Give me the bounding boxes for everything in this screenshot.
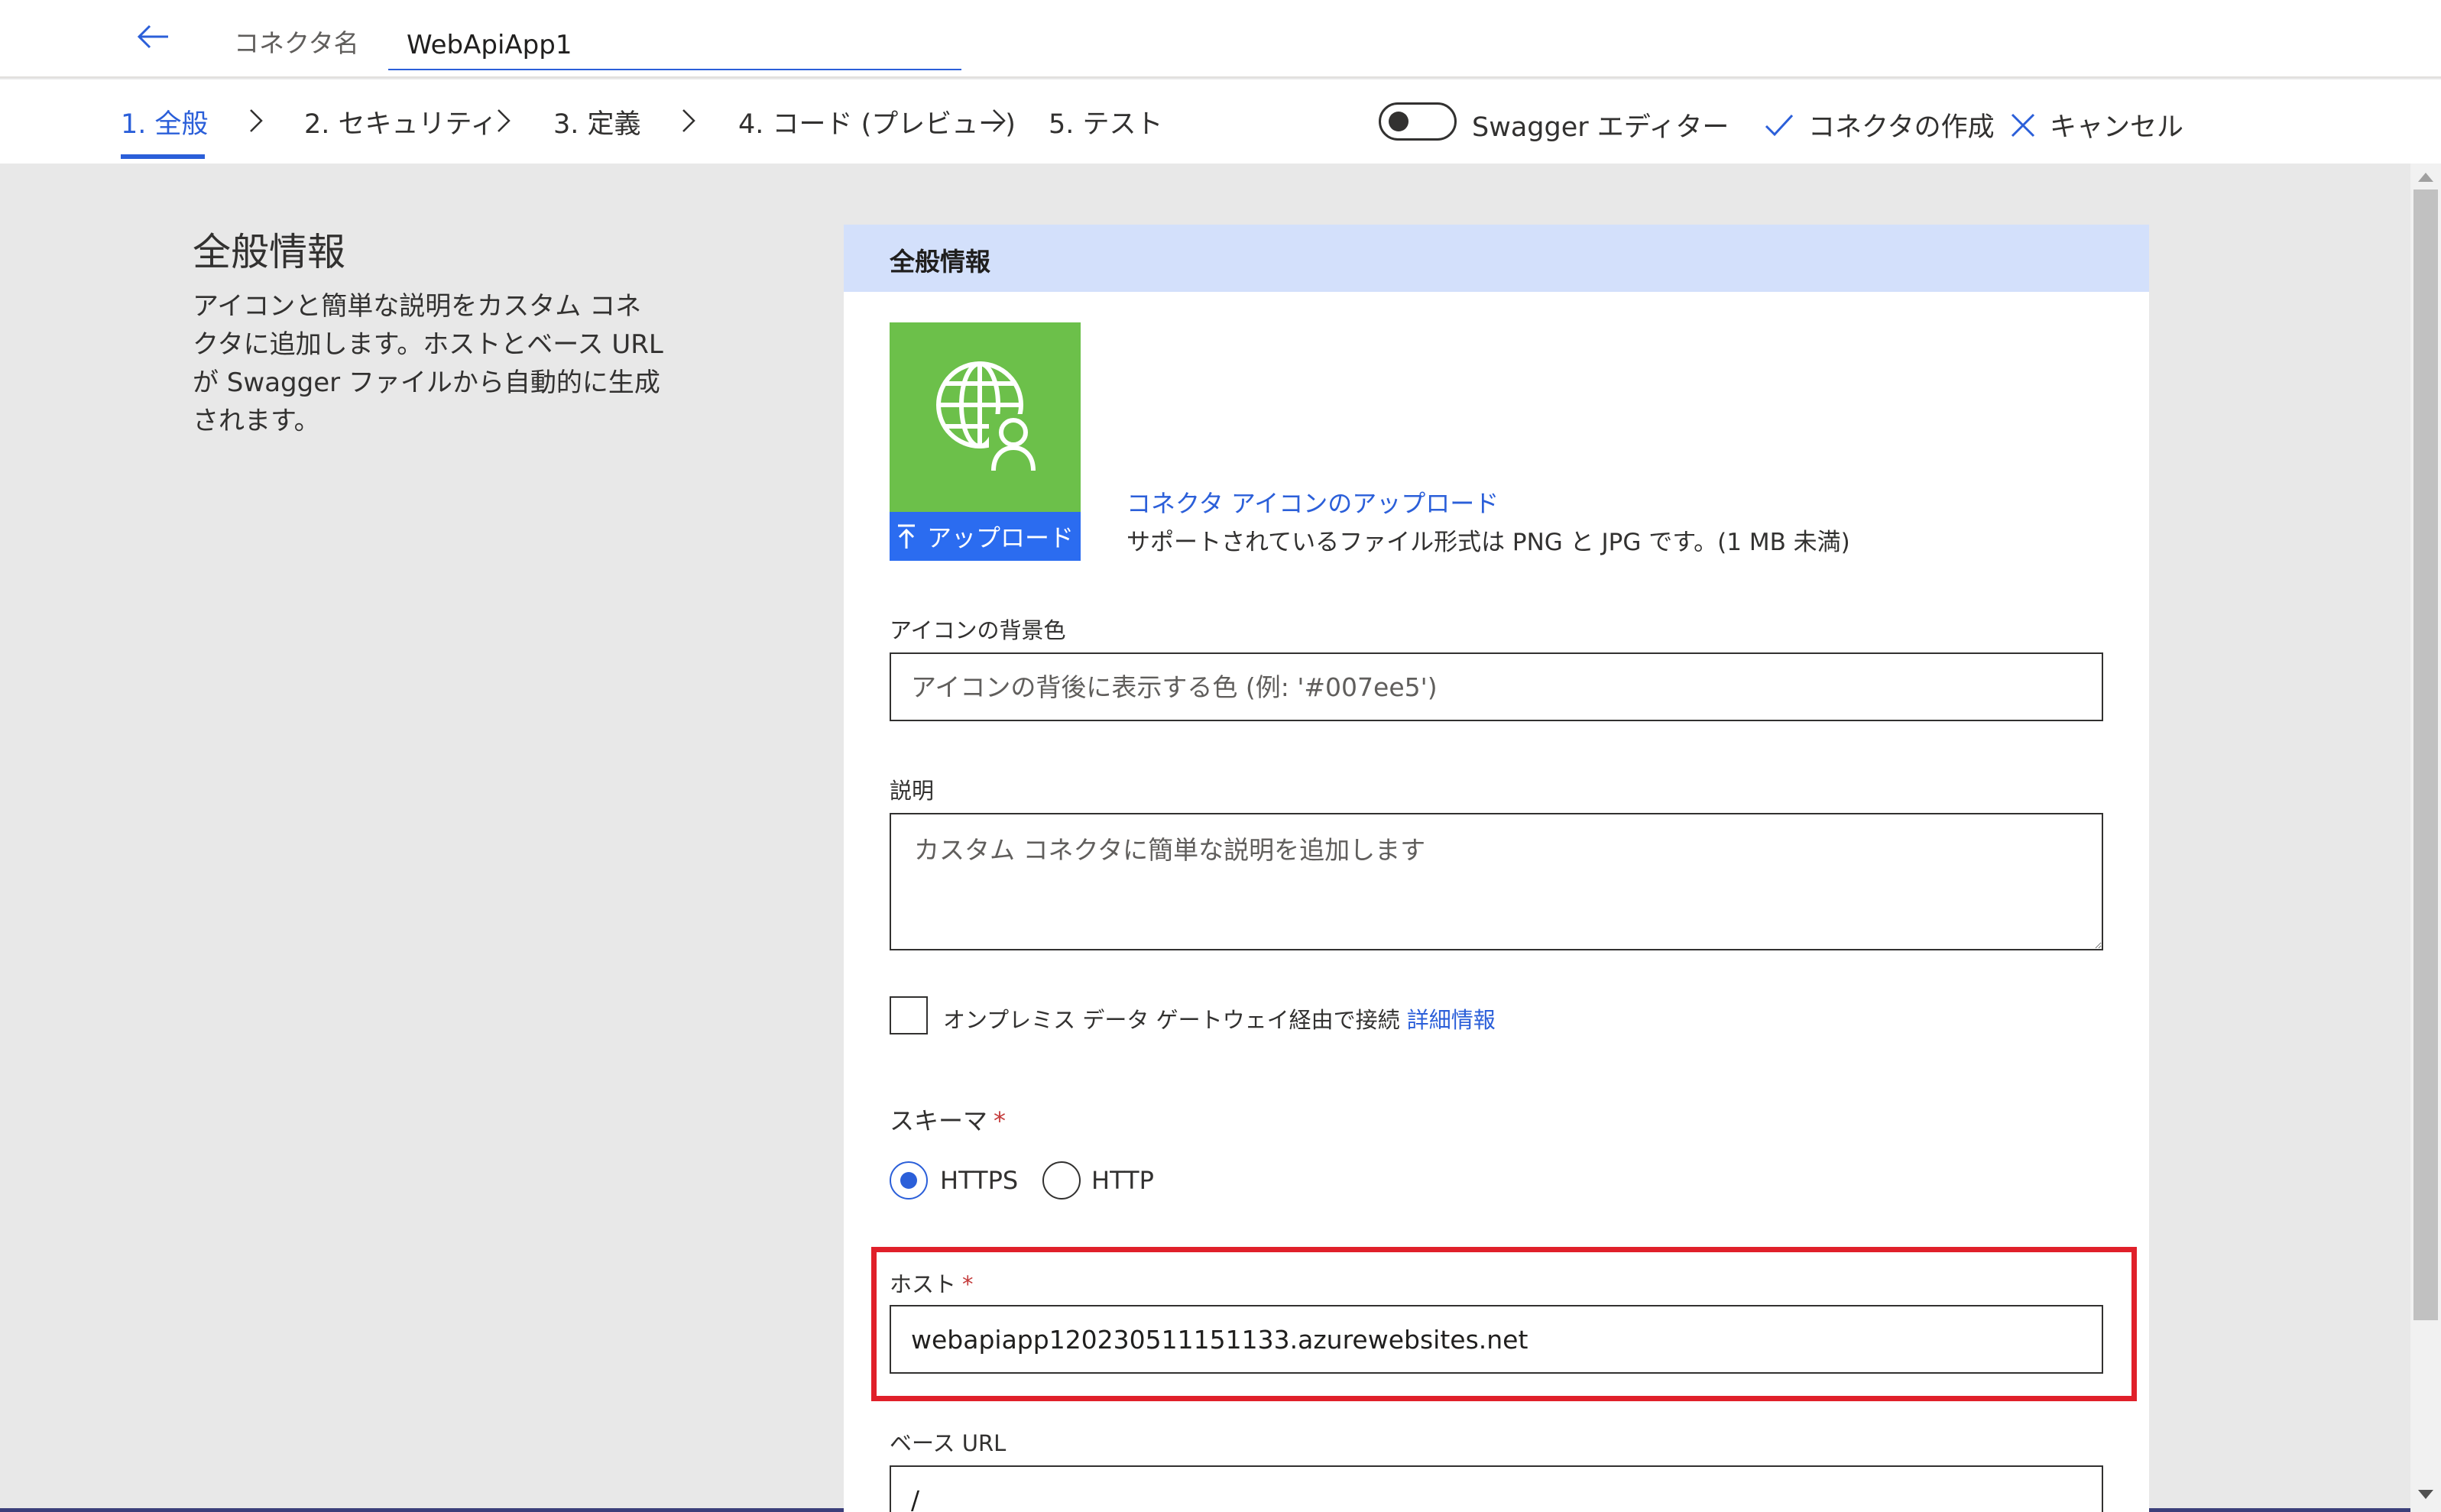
scheme-http-label: HTTP	[1091, 1166, 1154, 1195]
create-connector-button[interactable]: コネクタの作成	[1764, 105, 1995, 144]
step-definition[interactable]: 3. 定義	[553, 102, 641, 141]
scroll-down-arrow-icon[interactable]	[2418, 1490, 2433, 1499]
chevron-right-icon	[993, 109, 1006, 132]
upload-icon-link[interactable]: コネクタ アイコンのアップロード	[1126, 484, 1499, 520]
upload-button-label: アップロード	[926, 523, 1074, 552]
back-arrow-icon	[137, 24, 168, 49]
learn-more-link[interactable]: 詳細情報	[1407, 1007, 1496, 1033]
required-mark: *	[994, 1106, 1007, 1135]
scheme-https-label: HTTPS	[940, 1166, 1019, 1195]
chevron-right-icon	[682, 109, 695, 132]
section-title: 全般情報	[193, 230, 345, 274]
step-code-preview[interactable]: 4. コード (プレビュー)	[738, 102, 1016, 141]
toggle-knob	[1389, 112, 1409, 131]
close-icon	[2011, 113, 2035, 137]
description-label: 説明	[890, 778, 935, 804]
description-textarea[interactable]	[890, 813, 2103, 950]
active-step-indicator	[121, 154, 205, 159]
chevron-right-icon	[498, 109, 511, 132]
scrollbar-thumb[interactable]	[2413, 189, 2438, 1320]
base-url-input[interactable]	[890, 1465, 2103, 1512]
host-highlight-box	[871, 1247, 2137, 1401]
top-bar: コネクタ名	[0, 0, 2441, 78]
panel-header: 全般情報	[844, 225, 2149, 292]
panel-title: 全般情報	[890, 247, 990, 277]
on-prem-gateway-checkbox[interactable]	[890, 996, 928, 1034]
icon-bg-color-input[interactable]	[890, 652, 2103, 721]
scheme-label: スキーマ *	[890, 1102, 1006, 1137]
on-prem-gateway-text: オンプレミス データ ゲートウェイ経由で接続	[943, 1007, 1400, 1033]
upload-format-note: サポートされているファイル形式は PNG と JPG です。(1 MB 未満)	[1126, 529, 1850, 556]
step-test[interactable]: 5. テスト	[1049, 102, 1163, 141]
upload-arrow-icon	[897, 524, 915, 549]
scheme-label-text: スキーマ	[890, 1106, 988, 1135]
back-button[interactable]	[131, 15, 174, 58]
icon-bg-color-label: アイコンの背景色	[890, 617, 1066, 643]
create-connector-label: コネクタの作成	[1808, 112, 1995, 143]
globe-user-icon	[936, 361, 1038, 474]
chevron-right-icon	[250, 109, 263, 132]
swagger-editor-toggle[interactable]	[1379, 102, 1457, 141]
cancel-button[interactable]: キャンセル	[2010, 105, 2183, 144]
connector-name-label: コネクタ名	[234, 28, 359, 58]
scheme-http-radio[interactable]	[1042, 1161, 1081, 1200]
step-navigation: 1. 全般 2. セキュリティ 3. 定義 4. コード (プレビュー) 5. …	[0, 79, 2441, 164]
on-prem-gateway-label: オンプレミス データ ゲートウェイ経由で接続 詳細情報	[943, 1002, 1496, 1034]
step-general[interactable]: 1. 全般	[121, 102, 209, 141]
cancel-label: キャンセル	[2050, 112, 2184, 143]
upload-button[interactable]: アップロード	[890, 512, 1081, 561]
scheme-https-radio[interactable]	[890, 1161, 928, 1200]
checkmark-icon	[1765, 114, 1794, 136]
base-url-label: ベース URL	[890, 1430, 1007, 1456]
swagger-editor-label: Swagger エディター	[1472, 112, 1729, 143]
scroll-up-arrow-icon[interactable]	[2418, 173, 2433, 182]
step-security[interactable]: 2. セキュリティ	[304, 102, 497, 141]
section-description: アイコンと簡単な説明をカスタム コネクタに追加します。ホストとベース URL が…	[193, 291, 663, 436]
connector-name-input[interactable]	[388, 11, 961, 70]
